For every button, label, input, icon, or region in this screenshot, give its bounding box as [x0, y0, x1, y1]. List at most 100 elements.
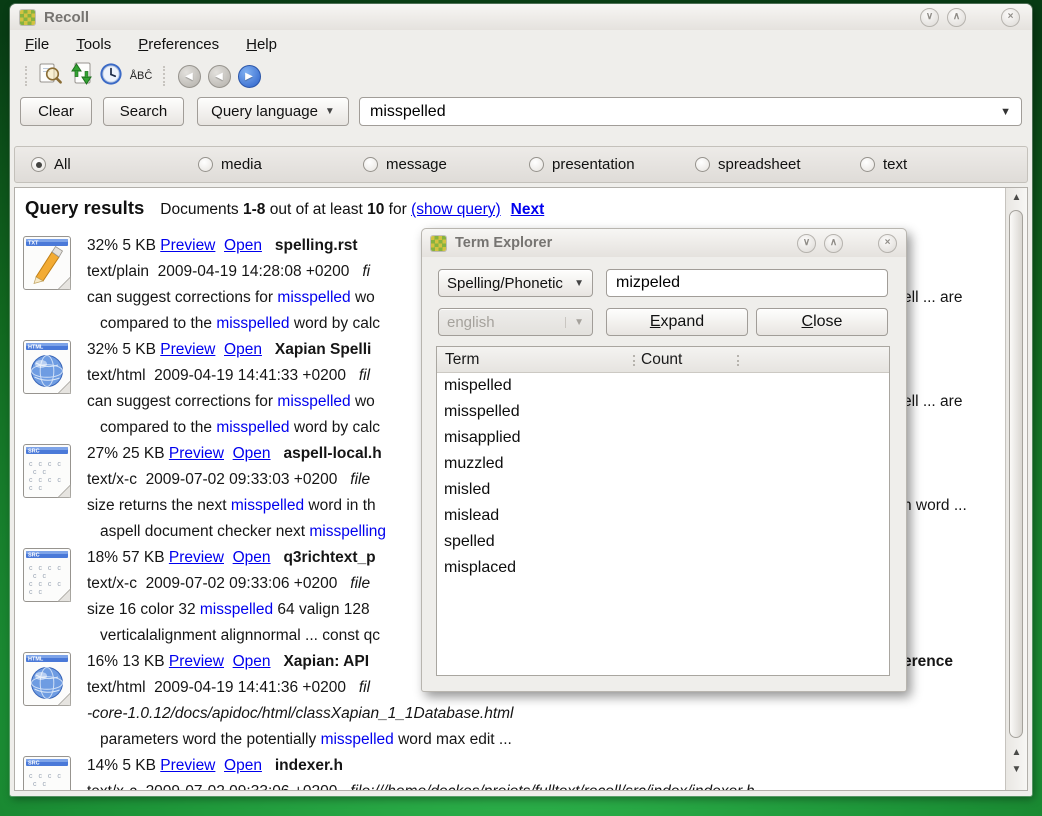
filter-presentation[interactable]: presentation	[529, 147, 635, 182]
close-button[interactable]: ×	[1001, 8, 1020, 27]
next-page-link[interactable]: Next	[511, 201, 545, 219]
svg-text:c c: c c	[33, 573, 48, 580]
svg-text:c c c c: c c c c	[29, 565, 63, 572]
term-row[interactable]: muzzled	[437, 451, 889, 477]
svg-text:SRC: SRC	[28, 553, 40, 559]
document-history-button[interactable]	[96, 62, 126, 90]
term-row[interactable]: misled	[437, 477, 889, 503]
term-row[interactable]: mispelled	[437, 373, 889, 399]
language-select[interactable]: english ▼	[438, 308, 593, 336]
menu-help[interactable]: Help	[246, 36, 277, 53]
term-explorer-button[interactable]: ÅBĈ	[126, 62, 156, 90]
toolbar-separator	[25, 66, 29, 86]
text-segment	[271, 445, 284, 462]
preview-link[interactable]: Preview	[169, 653, 224, 670]
radio-icon	[363, 157, 378, 172]
expand-mode-select[interactable]: Spelling/Phonetic ▼	[438, 269, 593, 297]
close-button[interactable]: ×	[878, 234, 897, 253]
scroll-down-icon[interactable]: ▼	[1006, 762, 1027, 777]
term-row[interactable]: mislead	[437, 503, 889, 529]
shade-button[interactable]: ∨	[920, 8, 939, 27]
chevron-down-icon: ▼	[568, 278, 584, 289]
text-segment: Xapian Spelli	[275, 341, 371, 358]
text-segment: size returns the next	[87, 497, 231, 514]
open-link[interactable]: Open	[233, 653, 271, 670]
chevron-down-icon: ▼	[565, 317, 584, 328]
term-input[interactable]: mizpeled	[606, 269, 888, 297]
results-title: Query results	[25, 197, 144, 219]
title-bar[interactable]: Recoll ∨∧×	[10, 4, 1032, 30]
menu-file[interactable]: File	[25, 36, 49, 53]
query-language-select[interactable]: Query language ▼	[197, 97, 349, 126]
text-segment	[215, 237, 224, 254]
open-link[interactable]: Open	[224, 757, 262, 774]
html-file-icon: HTML	[23, 652, 71, 706]
scroll-up-icon[interactable]: ▲	[1006, 190, 1027, 205]
text-segment: text/x-c 2009-07-02 09:33:06 +0200	[87, 575, 350, 592]
scroll-up-icon[interactable]: ▲	[1006, 745, 1027, 760]
column-header-count[interactable]: Count	[641, 347, 682, 372]
unshade-button[interactable]: ∧	[824, 234, 843, 253]
advanced-search-icon	[38, 61, 64, 92]
text-segment: indexer.h	[275, 757, 343, 774]
next-page-button[interactable]: ▶	[234, 62, 264, 90]
preview-link[interactable]: Preview	[160, 237, 215, 254]
chevron-down-icon: ▼	[325, 106, 335, 117]
filter-text[interactable]: text	[860, 147, 907, 182]
text-segment: 16% 13 KB	[87, 653, 169, 670]
text-segment: 18% 57 KB	[87, 549, 169, 566]
term-row[interactable]: misspelled	[437, 399, 889, 425]
search-input[interactable]: misspelled ▼	[359, 97, 1022, 126]
text-segment: 27% 25 KB	[87, 445, 169, 462]
open-link[interactable]: Open	[224, 341, 262, 358]
column-header-term[interactable]: Term	[445, 347, 479, 372]
result-line: parameters word the potentially misspell…	[87, 727, 1003, 753]
preview-link[interactable]: Preview	[160, 757, 215, 774]
open-link[interactable]: Open	[233, 549, 271, 566]
column-resize-handle[interactable]	[633, 355, 635, 366]
preview-link[interactable]: Preview	[160, 341, 215, 358]
results-scrollbar[interactable]: ▲ ▲ ▼	[1005, 188, 1027, 790]
unshade-button[interactable]: ∧	[947, 8, 966, 27]
term-row[interactable]: misapplied	[437, 425, 889, 451]
filter-label: spreadsheet	[718, 156, 801, 173]
sort-parameters-button[interactable]	[66, 62, 96, 90]
menu-tools[interactable]: Tools	[76, 36, 111, 53]
expand-button[interactable]: Expand	[606, 308, 748, 336]
term-table-header: Term Count	[437, 347, 889, 373]
open-link[interactable]: Open	[233, 445, 271, 462]
open-link[interactable]: Open	[224, 237, 262, 254]
close-button[interactable]: Close	[756, 308, 888, 336]
scrollbar-thumb[interactable]	[1009, 210, 1023, 738]
column-resize-handle[interactable]	[737, 355, 739, 366]
show-query-link[interactable]: (show query)	[411, 201, 501, 219]
language-value: english	[447, 314, 495, 331]
preview-link[interactable]: Preview	[169, 549, 224, 566]
filter-message[interactable]: message	[363, 147, 447, 182]
result-line: -core-1.0.12/docs/apidoc/html/classXapia…	[87, 701, 1003, 727]
text-segment: word by calc	[290, 419, 380, 436]
menu-preferences[interactable]: Preferences	[138, 36, 219, 53]
term-table: Term Count mispelledmisspelledmisapplied…	[436, 346, 890, 676]
term-row[interactable]: misplaced	[437, 555, 889, 581]
filter-media[interactable]: media	[198, 147, 262, 182]
filter-spreadsheet[interactable]: spreadsheet	[695, 147, 801, 182]
preview-link[interactable]: Preview	[169, 445, 224, 462]
filter-all[interactable]: All	[31, 147, 71, 182]
radio-icon	[529, 157, 544, 172]
text-segment: text/x-c 2009-07-02 09:33:03 +0200	[87, 471, 350, 488]
dialog-title-bar[interactable]: Term Explorer ∨∧×	[422, 229, 906, 257]
shade-button[interactable]: ∨	[797, 234, 816, 253]
advanced-search-button[interactable]	[36, 62, 66, 90]
text-segment	[215, 757, 224, 774]
filter-label: presentation	[552, 156, 635, 173]
clear-button[interactable]: Clear	[20, 97, 92, 126]
filter-label: All	[54, 156, 71, 173]
search-button[interactable]: Search	[103, 97, 184, 126]
app-icon	[431, 236, 446, 251]
chevron-down-icon[interactable]: ▼	[1000, 106, 1011, 118]
term-row[interactable]: spelled	[437, 529, 889, 555]
radio-icon	[860, 157, 875, 172]
txt-file-icon: TXT	[23, 236, 71, 290]
text-segment: misspelling	[309, 523, 386, 540]
